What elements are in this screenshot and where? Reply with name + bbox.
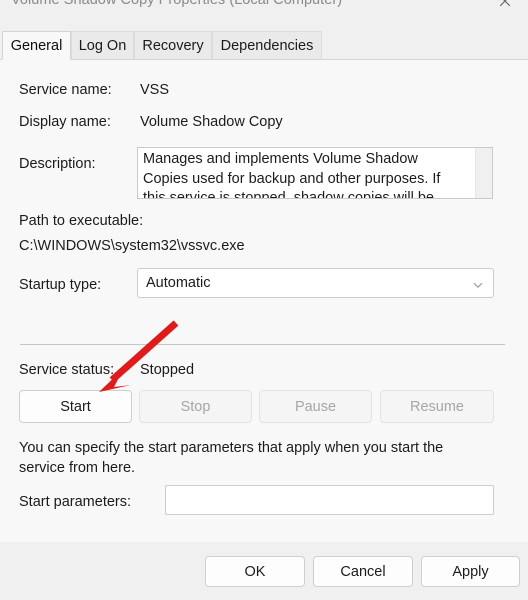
- description-text: Manages and implements Volume Shadow Cop…: [143, 151, 441, 199]
- service-name-label: Service name:: [19, 82, 112, 98]
- service-control-buttons: Start Stop Pause Resume: [0, 390, 528, 424]
- tab-general[interactable]: General: [2, 31, 71, 60]
- tab-recovery[interactable]: Recovery: [134, 31, 212, 60]
- start-parameters-input[interactable]: [165, 485, 494, 515]
- general-tab-panel: Service name: VSS Display name: Volume S…: [0, 59, 528, 542]
- stop-button: Stop: [139, 390, 252, 423]
- service-status-value: Stopped: [140, 362, 195, 378]
- display-name-label: Display name:: [19, 114, 111, 130]
- start-button[interactable]: Start: [19, 390, 132, 423]
- startup-type-label: Startup type:: [19, 277, 102, 293]
- resume-button: Resume: [380, 390, 494, 423]
- chevron-down-icon: [473, 282, 483, 289]
- service-name-value: VSS: [140, 82, 170, 98]
- start-parameters-label: Start parameters:: [19, 494, 132, 510]
- title-bar: Volume Shadow Copy Properties (Local Com…: [0, 0, 528, 16]
- window-title: Volume Shadow Copy Properties (Local Com…: [11, 0, 343, 8]
- close-icon: [499, 0, 511, 7]
- tab-strip: General Log On Recovery Dependencies: [0, 31, 528, 60]
- dialog-footer: OK Cancel Apply: [0, 542, 528, 600]
- pause-button: Pause: [259, 390, 372, 423]
- description-scrollbar[interactable]: [475, 148, 492, 198]
- path-to-executable-value: C:\WINDOWS\system32\vssvc.exe: [19, 238, 245, 254]
- path-to-executable-label: Path to executable:: [19, 213, 144, 229]
- description-label: Description:: [19, 156, 96, 172]
- section-divider: [20, 344, 505, 345]
- service-status-label: Service status:: [19, 362, 115, 378]
- display-name-value: Volume Shadow Copy: [140, 114, 283, 130]
- startup-type-value: Automatic: [146, 275, 211, 291]
- close-button[interactable]: [482, 0, 528, 16]
- tab-dependencies[interactable]: Dependencies: [212, 31, 322, 60]
- ok-button[interactable]: OK: [205, 556, 305, 587]
- apply-button[interactable]: Apply: [421, 556, 520, 587]
- tab-log-on[interactable]: Log On: [71, 31, 134, 60]
- startup-type-dropdown[interactable]: Automatic: [137, 268, 494, 298]
- cancel-button[interactable]: Cancel: [313, 556, 413, 587]
- start-parameters-help-text: You can specify the start parameters tha…: [19, 440, 444, 476]
- description-box[interactable]: Manages and implements Volume Shadow Cop…: [137, 147, 493, 199]
- service-properties-dialog: Volume Shadow Copy Properties (Local Com…: [0, 0, 528, 600]
